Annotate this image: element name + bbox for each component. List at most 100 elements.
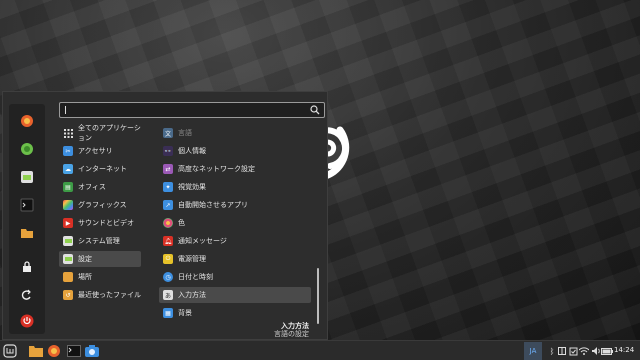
app-input-method[interactable]: あ 入力方法 bbox=[159, 287, 311, 303]
internet-icon: ☁ bbox=[63, 164, 73, 174]
effects-icon: ✦ bbox=[163, 182, 173, 192]
background-icon: ▦ bbox=[163, 308, 173, 318]
system-icon bbox=[63, 236, 73, 246]
launcher-terminal[interactable] bbox=[66, 343, 82, 359]
category-all-applications[interactable]: 全てのアプリケーション bbox=[59, 124, 141, 142]
color-icon bbox=[163, 218, 173, 228]
app-label: 日付と時刻 bbox=[178, 273, 213, 281]
input-method-icon: あ bbox=[163, 290, 173, 300]
category-label: 場所 bbox=[78, 273, 92, 281]
app-label: 言語 bbox=[178, 129, 192, 137]
description-title: 入力方法 bbox=[281, 322, 309, 330]
launcher-screenshot[interactable] bbox=[84, 343, 100, 359]
category-label: 全てのアプリケーション bbox=[78, 124, 141, 142]
app-label: 色 bbox=[178, 219, 185, 227]
clock[interactable]: 14:24 bbox=[614, 346, 634, 354]
fav-firefox[interactable] bbox=[18, 112, 36, 130]
bottom-panel: JA ᛒ 14:24 bbox=[0, 340, 640, 360]
app-notifications[interactable]: 🔔︎ 通知メッセージ bbox=[159, 233, 311, 249]
category-system[interactable]: システム管理 bbox=[59, 233, 141, 249]
language-indicator[interactable]: JA bbox=[524, 342, 542, 360]
files-icon bbox=[29, 346, 43, 357]
fav-logout[interactable] bbox=[18, 286, 36, 304]
language-icon: 文 bbox=[163, 128, 173, 138]
category-label: グラフィックス bbox=[78, 201, 127, 209]
category-label: インターネット bbox=[78, 165, 127, 173]
application-menu: 全てのアプリケーション ✂ アクセサリ ☁ インターネット ▤ オフィス グラフ… bbox=[2, 91, 328, 340]
app-effects[interactable]: ✦ 視覚効果 bbox=[159, 179, 311, 195]
app-list-scrollbar[interactable] bbox=[317, 268, 319, 324]
fav-terminal[interactable] bbox=[18, 196, 36, 214]
fav-settings[interactable] bbox=[18, 168, 36, 186]
category-label: 設定 bbox=[78, 255, 92, 263]
category-accessories[interactable]: ✂ アクセサリ bbox=[59, 143, 141, 159]
fav-software-manager[interactable] bbox=[18, 140, 36, 158]
app-startup[interactable]: ↗ 自動開始させるアプリ bbox=[159, 197, 311, 213]
clock-icon: ◷ bbox=[163, 272, 173, 282]
battery-icon bbox=[601, 347, 613, 355]
app-label: 高度なネットワーク設定 bbox=[178, 165, 255, 173]
search-icon[interactable] bbox=[310, 105, 320, 115]
category-sound-video[interactable]: ▶ サウンドとビデオ bbox=[59, 215, 141, 231]
fav-folder[interactable] bbox=[18, 224, 36, 242]
text-cursor bbox=[65, 106, 66, 114]
mint-menu-icon bbox=[3, 344, 17, 358]
preferences-icon bbox=[63, 254, 73, 264]
category-office[interactable]: ▤ オフィス bbox=[59, 179, 141, 195]
terminal-icon bbox=[20, 198, 34, 212]
software-manager-icon bbox=[21, 143, 33, 155]
network-icon: ⇄ bbox=[163, 164, 173, 174]
category-label: システム管理 bbox=[78, 237, 120, 245]
multimedia-icon: ▶ bbox=[63, 218, 73, 228]
fav-lock-screen[interactable] bbox=[18, 258, 36, 276]
launcher-files[interactable] bbox=[28, 343, 44, 359]
grid-icon bbox=[63, 128, 73, 138]
terminal-icon bbox=[67, 345, 81, 357]
app-label: 入力方法 bbox=[178, 291, 206, 299]
app-network[interactable]: ⇄ 高度なネットワーク設定 bbox=[159, 161, 311, 177]
category-graphics[interactable]: グラフィックス bbox=[59, 197, 141, 213]
firefox-icon bbox=[21, 115, 33, 127]
app-description: 入力方法 言語の設定 bbox=[274, 322, 309, 338]
favorites-sidebar bbox=[9, 104, 45, 334]
fav-power[interactable] bbox=[18, 312, 36, 330]
startup-icon: ↗ bbox=[163, 200, 173, 210]
category-preferences[interactable]: 設定 bbox=[59, 251, 141, 267]
logout-icon bbox=[21, 289, 31, 300]
folder-icon bbox=[21, 229, 33, 238]
app-label: 背景 bbox=[178, 309, 192, 317]
graphics-icon bbox=[63, 200, 73, 210]
notifications-icon: 🔔︎ bbox=[163, 236, 173, 246]
search-input[interactable] bbox=[59, 102, 325, 118]
category-places[interactable]: 場所 bbox=[59, 269, 141, 285]
description-subtitle: 言語の設定 bbox=[274, 330, 309, 338]
personal-info-icon: 👓 bbox=[163, 146, 173, 156]
app-label: 個人情報 bbox=[178, 147, 206, 155]
app-power-management[interactable]: ⏻ 電源管理 bbox=[159, 251, 311, 267]
app-language[interactable]: 文 言語 bbox=[159, 125, 311, 141]
app-personal-info[interactable]: 👓 個人情報 bbox=[159, 143, 311, 159]
recent-icon: ↺ bbox=[63, 290, 73, 300]
battery-applet[interactable] bbox=[599, 343, 615, 359]
app-label: 通知メッセージ bbox=[178, 237, 227, 245]
menu-button[interactable] bbox=[2, 343, 18, 359]
accessories-icon: ✂ bbox=[63, 146, 73, 156]
screenshot-icon bbox=[85, 345, 99, 357]
settings-icon bbox=[21, 171, 33, 183]
power-icon bbox=[20, 314, 34, 328]
app-color[interactable]: 色 bbox=[159, 215, 311, 231]
category-label: アクセサリ bbox=[78, 147, 113, 155]
category-label: サウンドとビデオ bbox=[78, 219, 134, 227]
app-label: 電源管理 bbox=[178, 255, 206, 263]
category-label: 最近使ったファイル bbox=[78, 291, 141, 299]
power-management-icon: ⏻ bbox=[163, 254, 173, 264]
app-label: 自動開始させるアプリ bbox=[178, 201, 248, 209]
app-background[interactable]: ▦ 背景 bbox=[159, 305, 311, 321]
category-recent-files[interactable]: ↺ 最近使ったファイル bbox=[59, 287, 141, 303]
lock-screen-icon bbox=[23, 261, 31, 272]
app-date-time[interactable]: ◷ 日付と時刻 bbox=[159, 269, 311, 285]
office-icon: ▤ bbox=[63, 182, 73, 192]
launcher-firefox[interactable] bbox=[46, 343, 62, 359]
places-icon bbox=[63, 272, 73, 282]
category-internet[interactable]: ☁ インターネット bbox=[59, 161, 141, 177]
